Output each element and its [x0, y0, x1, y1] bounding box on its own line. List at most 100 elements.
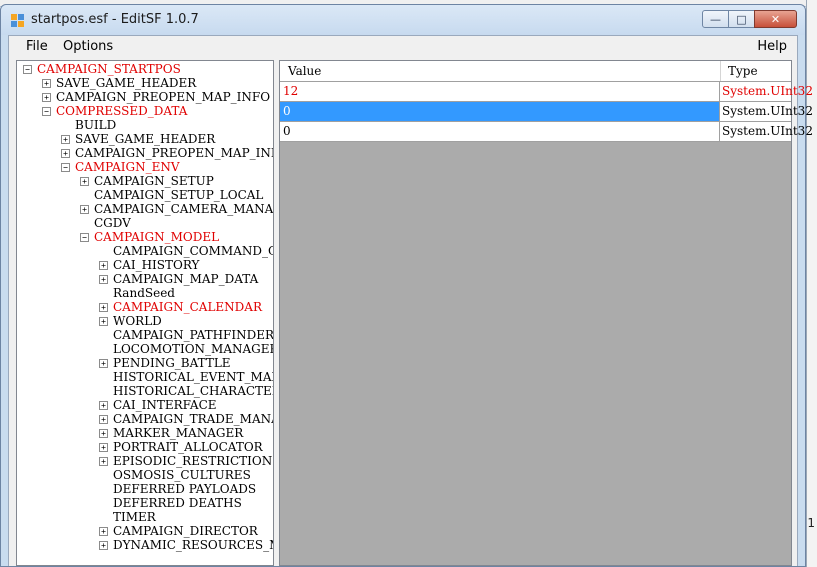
tree-item[interactable]: HISTORICAL_EVENT_MANAG [99, 370, 273, 384]
tree-item-label: DEFERRED PAYLOADS [113, 482, 257, 496]
tree-item[interactable]: + CAMPAIGN_CALENDAR [99, 300, 273, 314]
tree-item[interactable]: CGDV [80, 216, 273, 230]
collapse-icon[interactable]: − [42, 107, 51, 116]
expand-icon[interactable]: + [99, 541, 108, 550]
tree-item[interactable]: DEFERRED PAYLOADS [99, 482, 273, 496]
collapse-icon[interactable]: − [23, 65, 32, 74]
minimize-icon: — [710, 12, 721, 26]
expand-icon[interactable]: + [61, 149, 70, 158]
tree-item[interactable]: + EPISODIC_RESTRICTIONS [99, 454, 274, 468]
expand-icon[interactable]: + [99, 527, 108, 536]
expand-icon[interactable]: + [42, 79, 51, 88]
tree-item[interactable]: OSMOSIS_CULTURES [99, 468, 273, 482]
tree-item[interactable]: TIMER [99, 510, 273, 524]
tree-item[interactable]: + DYNAMIC_RESOURCES_MAN [99, 538, 273, 552]
tree-item-label: HISTORICAL_CHARACTER_M [113, 384, 273, 398]
expand-icon[interactable]: + [99, 317, 108, 326]
expand-icon[interactable]: + [99, 443, 108, 452]
tree-item-label: PORTRAIT_ALLOCATOR [113, 440, 263, 454]
tree-item-label: OSMOSIS_CULTURES [113, 468, 251, 482]
expand-icon[interactable]: + [99, 359, 108, 368]
menu-file[interactable]: File [26, 39, 48, 54]
tree-item-label: CAMPAIGN_CALENDAR [113, 300, 262, 314]
expand-icon[interactable]: + [99, 303, 108, 312]
tree-item[interactable]: − CAMPAIGN_ENV [61, 160, 273, 174]
tree-item-label: LOCOMOTION_MANAGER [113, 342, 274, 356]
tree-item[interactable]: + SAVE_GAME_HEADER [42, 76, 273, 90]
node-tree-view[interactable]: − CAMPAIGN_STARTPOS + SAVE_GAME_HEADER + CAMP… [16, 60, 274, 566]
client-area: File Options Help − CAMPAIGN_STARTPOS + SAV… [8, 35, 813, 566]
expand-icon[interactable]: + [99, 415, 108, 424]
close-button[interactable]: ✕ [754, 10, 797, 28]
tree-item[interactable]: + CAMPAIGN_MAP_DATA [99, 272, 273, 286]
background-edge-digit: 1 [807, 516, 815, 530]
tree-item[interactable]: CAMPAIGN_PATHFINDER [99, 328, 273, 342]
tree-item-label: COMPRESSED_DATA [56, 104, 188, 118]
tree-item-label: PENDING_BATTLE [113, 356, 231, 370]
menu-options[interactable]: Options [63, 39, 113, 54]
expand-icon[interactable]: + [99, 401, 108, 410]
tree-item-label: DEFERRED DEATHS [113, 496, 242, 510]
tree-item[interactable]: BUILD [61, 118, 273, 132]
tree-item[interactable]: + CAMPAIGN_CAMERA_MANAGER [80, 202, 274, 216]
tree-item-label: CGDV [94, 216, 131, 230]
tree-item[interactable]: + CAMPAIGN_PREOPEN_MAP_INFO [61, 146, 273, 160]
tree-item[interactable]: − COMPRESSED_DATA [42, 104, 273, 118]
grid-row[interactable]: 0 System.UInt32 [280, 122, 813, 142]
tree-item[interactable]: + CAI_HISTORY [99, 258, 273, 272]
expand-icon[interactable]: + [61, 135, 70, 144]
tree-item[interactable]: + MARKER_MANAGER [99, 426, 273, 440]
collapse-icon[interactable]: − [61, 163, 70, 172]
tree-item[interactable]: + WORLD [99, 314, 273, 328]
tree-item[interactable]: DEFERRED DEATHS [99, 496, 273, 510]
tree-item[interactable]: + CAMPAIGN_TRADE_MANAGE [99, 412, 273, 426]
cell-value[interactable]: 12 [280, 82, 720, 101]
tree-item-label: EPISODIC_RESTRICTIONS [113, 454, 274, 468]
title-bar[interactable]: startpos.esf - EditSF 1.0.7 — □ ✕ [1, 5, 805, 35]
tree-item-label: SAVE_GAME_HEADER [75, 132, 216, 146]
grid-row[interactable]: 0 System.UInt32 [280, 102, 813, 122]
expand-icon[interactable]: + [42, 93, 51, 102]
tree-item[interactable]: RandSeed [99, 286, 273, 300]
tree-item[interactable]: + CAMPAIGN_PREOPEN_MAP_INFO [42, 90, 273, 104]
column-separator[interactable] [720, 61, 721, 81]
tree-item-label: CAI_INTERFACE [113, 398, 217, 412]
tree-item[interactable]: + PORTRAIT_ALLOCATOR [99, 440, 273, 454]
tree-item[interactable]: + SAVE_GAME_HEADER [61, 132, 273, 146]
maximize-button[interactable]: □ [728, 10, 755, 28]
tree-item[interactable]: − CAMPAIGN_MODEL [80, 230, 273, 244]
grid-row[interactable]: 12 System.UInt32 [280, 82, 813, 102]
expand-icon[interactable]: + [99, 429, 108, 438]
tree-item[interactable]: CAMPAIGN_COMMAND_QUEU [99, 244, 273, 258]
column-header-type[interactable]: Type [728, 64, 758, 78]
expand-icon[interactable]: + [99, 457, 108, 466]
menu-help[interactable]: Help [757, 39, 787, 54]
collapse-icon[interactable]: − [80, 233, 89, 242]
column-header-value[interactable]: Value [288, 64, 321, 78]
expand-icon[interactable]: + [99, 261, 108, 270]
cell-value[interactable]: 0 [280, 122, 720, 141]
tree-item[interactable]: − CAMPAIGN_STARTPOS [23, 62, 273, 76]
caption-buttons: — □ ✕ [702, 10, 797, 29]
tree-item-label: CAMPAIGN_DIRECTOR [113, 524, 258, 538]
tree-item[interactable]: + CAMPAIGN_SETUP [80, 174, 273, 188]
tree-item[interactable]: + CAMPAIGN_DIRECTOR [99, 524, 273, 538]
tree-item-label: CAMPAIGN_CAMERA_MANAGER [94, 202, 274, 216]
tree-item-label: CAMPAIGN_STARTPOS [37, 62, 181, 76]
app-icon [11, 14, 25, 28]
cell-value[interactable]: 0 [280, 102, 720, 121]
tree-item[interactable]: LOCOMOTION_MANAGER [99, 342, 274, 356]
expand-icon[interactable]: + [80, 177, 89, 186]
tree-item-label: CAMPAIGN_SETUP_LOCAL [94, 188, 264, 202]
value-grid[interactable]: Value Type 12 System.UInt32 0 System.UInt32… [279, 60, 813, 566]
expand-icon[interactable]: + [80, 205, 89, 214]
tree-item-label: HISTORICAL_EVENT_MANAG [113, 370, 273, 384]
minimize-button[interactable]: — [702, 10, 729, 28]
tree-item[interactable]: + PENDING_BATTLE [99, 356, 273, 370]
tree-item[interactable]: HISTORICAL_CHARACTER_M [99, 384, 273, 398]
expand-icon[interactable]: + [99, 275, 108, 284]
tree-item-label: CAI_HISTORY [113, 258, 200, 272]
tree-item-label: CAMPAIGN_MODEL [94, 230, 220, 244]
tree-item[interactable]: CAMPAIGN_SETUP_LOCAL [80, 188, 273, 202]
tree-item[interactable]: + CAI_INTERFACE [99, 398, 273, 412]
